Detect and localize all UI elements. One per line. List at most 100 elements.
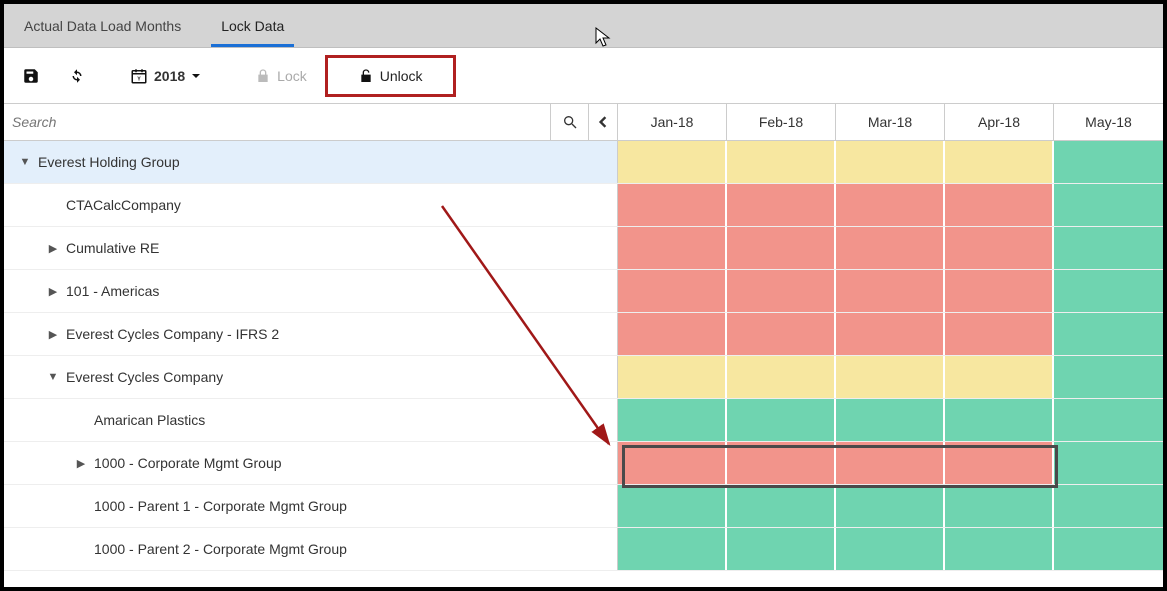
expander-right-icon[interactable]: ▶ bbox=[46, 242, 60, 255]
grid-cell[interactable] bbox=[1054, 528, 1163, 570]
grid-cell[interactable] bbox=[727, 313, 836, 355]
row-label: Cumulative RE bbox=[60, 240, 159, 256]
expander-right-icon[interactable]: ▶ bbox=[46, 285, 60, 298]
grid-cell[interactable] bbox=[1054, 270, 1163, 312]
tree-cell[interactable]: 1000 - Parent 2 - Corporate Mgmt Group bbox=[4, 528, 618, 570]
expander-down-icon[interactable]: ▼ bbox=[46, 371, 60, 383]
unlock-button[interactable]: Unlock bbox=[330, 62, 451, 90]
save-button[interactable] bbox=[12, 61, 50, 91]
grid-cell[interactable] bbox=[727, 399, 836, 441]
grid-cell[interactable] bbox=[1054, 313, 1163, 355]
grid-cell[interactable] bbox=[836, 356, 945, 398]
row-label: Everest Holding Group bbox=[32, 154, 180, 170]
table-row: ▼Everest Cycles Company bbox=[4, 356, 1163, 399]
year-picker[interactable]: Y 2018 bbox=[120, 61, 211, 91]
grid-cell[interactable] bbox=[836, 313, 945, 355]
grid-cell[interactable] bbox=[836, 528, 945, 570]
grid-cell[interactable] bbox=[836, 141, 945, 183]
grid-cell[interactable] bbox=[618, 270, 727, 312]
grid-cell[interactable] bbox=[945, 528, 1054, 570]
grid-cell[interactable] bbox=[727, 141, 836, 183]
tabs-bar: Actual Data Load Months Lock Data bbox=[4, 4, 1163, 48]
grid-cell[interactable] bbox=[945, 442, 1054, 484]
tree-cell[interactable]: ▶Everest Cycles Company - IFRS 2 bbox=[4, 313, 618, 355]
grid-cell[interactable] bbox=[1054, 399, 1163, 441]
expander-right-icon[interactable]: ▶ bbox=[46, 328, 60, 341]
grid-cell[interactable] bbox=[618, 485, 727, 527]
tree-cell[interactable]: ▼Everest Cycles Company bbox=[4, 356, 618, 398]
lock-closed-icon bbox=[255, 68, 271, 84]
grid-cell[interactable] bbox=[836, 485, 945, 527]
row-cells bbox=[618, 141, 1163, 183]
tree-cell[interactable]: ▶1000 - Corporate Mgmt Group bbox=[4, 442, 618, 484]
table-row: ▶Everest Cycles Company - IFRS 2 bbox=[4, 313, 1163, 356]
row-cells bbox=[618, 184, 1163, 226]
grid-cell[interactable] bbox=[836, 184, 945, 226]
grid-cell[interactable] bbox=[945, 184, 1054, 226]
chevron-left-icon bbox=[597, 116, 609, 128]
row-cells bbox=[618, 485, 1163, 527]
grid-cell[interactable] bbox=[1054, 141, 1163, 183]
grid-cell[interactable] bbox=[836, 399, 945, 441]
tab-actual-data-load-months[interactable]: Actual Data Load Months bbox=[4, 4, 201, 47]
grid-cell[interactable] bbox=[945, 227, 1054, 269]
year-label: 2018 bbox=[154, 68, 185, 84]
grid-cell[interactable] bbox=[727, 485, 836, 527]
grid-cell[interactable] bbox=[727, 356, 836, 398]
row-label: 101 - Americas bbox=[60, 283, 159, 299]
grid-cell[interactable] bbox=[836, 270, 945, 312]
search-button[interactable] bbox=[551, 104, 589, 140]
grid-cell[interactable] bbox=[727, 184, 836, 226]
table-row: CTACalcCompany bbox=[4, 184, 1163, 227]
grid-cell[interactable] bbox=[1054, 356, 1163, 398]
tree-cell[interactable]: CTACalcCompany bbox=[4, 184, 618, 226]
grid-cell[interactable] bbox=[1054, 442, 1163, 484]
grid-cell[interactable] bbox=[1054, 485, 1163, 527]
refresh-button[interactable] bbox=[58, 61, 96, 91]
grid-cell[interactable] bbox=[945, 356, 1054, 398]
grid-cell[interactable] bbox=[727, 528, 836, 570]
row-label: Amarican Plastics bbox=[88, 412, 205, 428]
grid-cell[interactable] bbox=[727, 227, 836, 269]
app-frame: Actual Data Load Months Lock Data Y 2018… bbox=[0, 0, 1167, 591]
grid-cell[interactable] bbox=[1054, 184, 1163, 226]
grid-cell[interactable] bbox=[836, 227, 945, 269]
tree-cell[interactable]: ▼Everest Holding Group bbox=[4, 141, 618, 183]
grid-cell[interactable] bbox=[945, 399, 1054, 441]
lock-open-icon bbox=[358, 68, 374, 84]
grid-cell[interactable] bbox=[945, 485, 1054, 527]
col-header-apr[interactable]: Apr-18 bbox=[945, 104, 1054, 140]
grid-cell[interactable] bbox=[618, 528, 727, 570]
tree-cell[interactable]: ▶101 - Americas bbox=[4, 270, 618, 312]
col-header-feb[interactable]: Feb-18 bbox=[727, 104, 836, 140]
grid-cell[interactable] bbox=[618, 141, 727, 183]
col-header-jan[interactable]: Jan-18 bbox=[618, 104, 727, 140]
grid-cell[interactable] bbox=[945, 141, 1054, 183]
grid-cell[interactable] bbox=[618, 442, 727, 484]
scroll-left-button[interactable] bbox=[589, 104, 617, 140]
grid-cell[interactable] bbox=[727, 270, 836, 312]
grid-cell[interactable] bbox=[618, 227, 727, 269]
grid-cell[interactable] bbox=[945, 270, 1054, 312]
grid-cell[interactable] bbox=[618, 313, 727, 355]
tree-cell[interactable]: 1000 - Parent 1 - Corporate Mgmt Group bbox=[4, 485, 618, 527]
expander-right-icon[interactable]: ▶ bbox=[74, 457, 88, 470]
table-row: Amarican Plastics bbox=[4, 399, 1163, 442]
lock-button: Lock bbox=[245, 62, 317, 90]
col-header-mar[interactable]: Mar-18 bbox=[836, 104, 945, 140]
expander-down-icon[interactable]: ▼ bbox=[18, 156, 32, 168]
grid-cell[interactable] bbox=[945, 313, 1054, 355]
grid-cell[interactable] bbox=[836, 442, 945, 484]
grid-cell[interactable] bbox=[618, 184, 727, 226]
chevron-down-icon bbox=[191, 71, 201, 81]
grid-cell[interactable] bbox=[1054, 227, 1163, 269]
tree-cell[interactable]: Amarican Plastics bbox=[4, 399, 618, 441]
grid-cell[interactable] bbox=[727, 442, 836, 484]
search-input[interactable] bbox=[4, 104, 550, 140]
grid-cell[interactable] bbox=[618, 399, 727, 441]
col-header-may[interactable]: May-18 bbox=[1054, 104, 1163, 140]
unlock-label: Unlock bbox=[380, 68, 423, 84]
grid-cell[interactable] bbox=[618, 356, 727, 398]
tree-cell[interactable]: ▶Cumulative RE bbox=[4, 227, 618, 269]
tab-lock-data[interactable]: Lock Data bbox=[201, 4, 304, 47]
